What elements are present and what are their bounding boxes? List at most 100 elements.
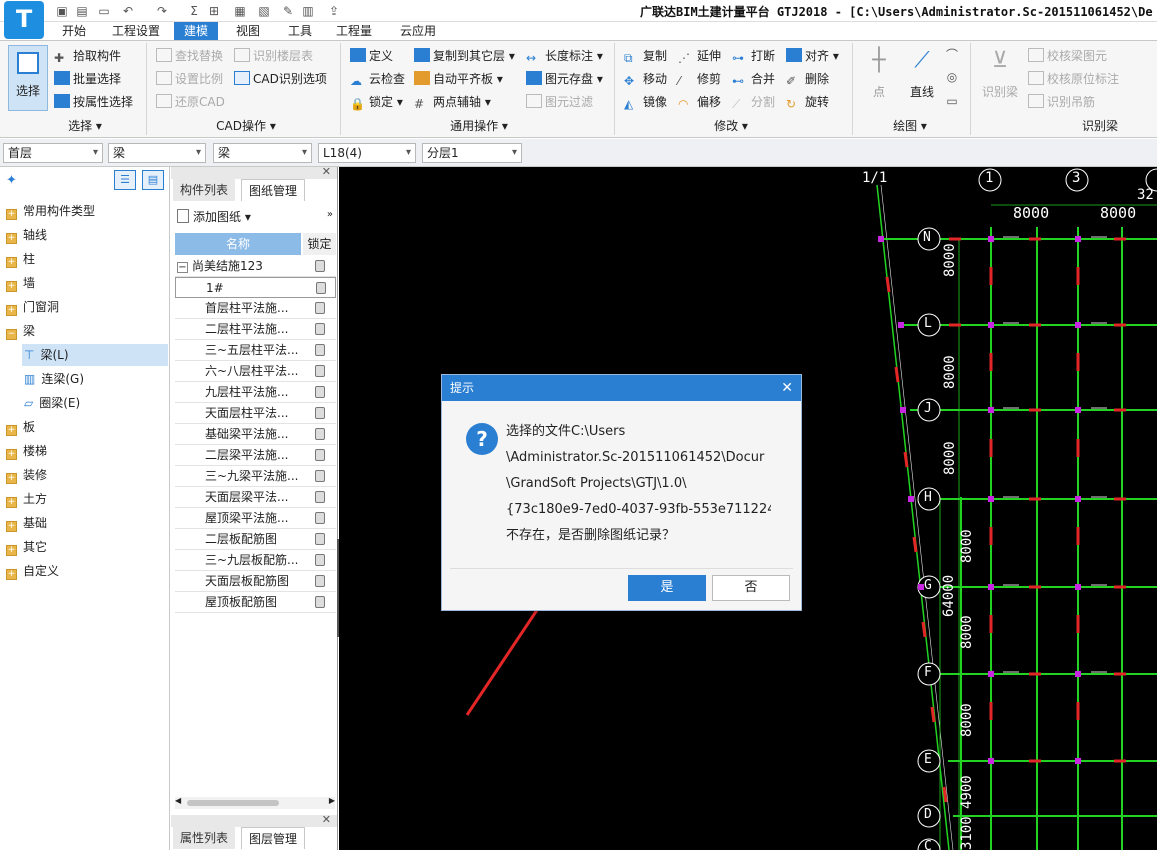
- split-button[interactable]: ⟋ 分割: [732, 92, 775, 112]
- tree-item-custom[interactable]: + 自定义: [6, 560, 59, 582]
- more-icon[interactable]: »: [327, 209, 333, 220]
- horizontal-scrollbar[interactable]: ◀ ▶: [175, 796, 335, 809]
- drawing-row-selected[interactable]: 1#: [175, 277, 336, 298]
- identify-beam-button[interactable]: ⊻ 识别梁: [978, 47, 1022, 107]
- drawing-row[interactable]: 首层柱平法施...: [175, 298, 336, 319]
- undo-icon[interactable]: ↶: [120, 3, 136, 19]
- extend-button[interactable]: ⋰ 延伸: [678, 46, 721, 66]
- arc-icon[interactable]: ⌒: [944, 47, 960, 63]
- merge-button[interactable]: ⊷ 合并: [732, 69, 775, 89]
- drawing-row[interactable]: 天面层梁平法...: [175, 487, 336, 508]
- tree-item-door-window[interactable]: + 门窗洞: [6, 296, 59, 318]
- bottom-panel-close-icon[interactable]: ✕: [322, 813, 331, 826]
- identify-hanger-button[interactable]: 识别吊筋: [1028, 92, 1095, 112]
- export-icon[interactable]: ⇪: [326, 3, 342, 19]
- restore-cad-button[interactable]: 还原CAD: [156, 92, 225, 112]
- tree-item-column[interactable]: + 柱: [6, 248, 35, 270]
- drawing-row[interactable]: 屋顶梁平法施...: [175, 508, 336, 529]
- column-header-name[interactable]: 名称: [175, 233, 301, 255]
- drawing-row[interactable]: 屋顶板配筋图: [175, 592, 336, 613]
- panel-close-icon[interactable]: ✕: [322, 165, 331, 178]
- drawing-row[interactable]: 天面层柱平法...: [175, 403, 336, 424]
- type-select[interactable]: 梁: [213, 143, 312, 163]
- cad-group-label[interactable]: CAD操作 ▾: [196, 117, 296, 135]
- category-select[interactable]: 梁: [108, 143, 206, 163]
- tab-quantity[interactable]: 工程量: [326, 22, 382, 40]
- point-tool-button[interactable]: ┼ 点: [862, 47, 896, 107]
- grid-icon[interactable]: ▥: [300, 3, 316, 19]
- batch-select-button[interactable]: 批量选择: [54, 69, 121, 89]
- offset-button[interactable]: ◠ 偏移: [678, 92, 721, 112]
- tree-item-common[interactable]: + 常用构件类型: [6, 200, 95, 222]
- tree-item-earthwork[interactable]: + 土方: [6, 488, 47, 510]
- element-filter-button[interactable]: 图元过滤: [526, 92, 593, 112]
- tree-item-slab[interactable]: + 板: [6, 416, 35, 438]
- drawing-row[interactable]: 三~五层柱平法...: [175, 340, 336, 361]
- tab-tools[interactable]: 工具: [278, 22, 322, 40]
- report-icon[interactable]: ▦: [232, 3, 248, 19]
- tree-item-other[interactable]: + 其它: [6, 536, 47, 558]
- tab-start[interactable]: 开始: [52, 22, 96, 40]
- move-button[interactable]: ✥ 移动: [624, 69, 667, 89]
- select-group-label[interactable]: 选择 ▾: [40, 117, 130, 135]
- close-icon[interactable]: ✕: [781, 375, 793, 401]
- break-button[interactable]: ⊶ 打断: [732, 46, 775, 66]
- tab-layer-management[interactable]: 图层管理: [241, 827, 306, 849]
- drawing-row[interactable]: 天面层板配筋图: [175, 571, 336, 592]
- layer-select[interactable]: 分层1: [422, 143, 522, 163]
- copy-to-other-floor-button[interactable]: 复制到其它层 ▾: [414, 46, 515, 66]
- find-replace-button[interactable]: 查找替换: [156, 46, 223, 66]
- set-scale-button[interactable]: 设置比例: [156, 69, 223, 89]
- tab-component-list[interactable]: 构件列表: [173, 179, 236, 201]
- floor-select[interactable]: 首层: [3, 143, 103, 163]
- tree-item-axis[interactable]: + 轴线: [6, 224, 47, 246]
- list-view-icon[interactable]: ▤: [142, 170, 164, 190]
- tree-item-beam-l[interactable]: ⊤ 梁(L): [22, 344, 168, 366]
- save-element-button[interactable]: 图元存盘 ▾: [526, 69, 603, 89]
- align-button[interactable]: 对齐 ▾: [786, 46, 839, 66]
- length-dimension-button[interactable]: ↔ 长度标注 ▾: [526, 46, 603, 66]
- new-file-icon[interactable]: ▤: [74, 3, 90, 19]
- define-button[interactable]: 定义: [350, 46, 393, 66]
- rotate-button[interactable]: ↻ 旋转: [786, 92, 829, 112]
- auto-flush-slab-button[interactable]: 自动平齐板 ▾: [414, 69, 503, 89]
- tab-view[interactable]: 视图: [226, 22, 270, 40]
- two-point-aux-axis-button[interactable]: # 两点辅轴 ▾: [414, 92, 491, 112]
- tab-cloud[interactable]: 云应用: [390, 22, 446, 40]
- check-beam-element-button[interactable]: 校核梁图元: [1028, 46, 1107, 66]
- draw-group-label[interactable]: 绘图 ▾: [870, 117, 950, 135]
- tab-drawing-management[interactable]: 图纸管理: [241, 179, 306, 201]
- pencil-icon[interactable]: ✎: [280, 3, 296, 19]
- drawing-row[interactable]: 三~九梁平法施...: [175, 466, 336, 487]
- modify-group-label[interactable]: 修改 ▾: [686, 117, 776, 135]
- tree-item-wall[interactable]: + 墙: [6, 272, 35, 294]
- pick-component-button[interactable]: ✚ 拾取构件: [54, 46, 121, 66]
- tree-item-stair[interactable]: + 楼梯: [6, 440, 47, 462]
- save-icon[interactable]: ▣: [54, 3, 70, 19]
- drawing-row[interactable]: 二层柱平法施...: [175, 319, 336, 340]
- drawing-root[interactable]: − 尚美结施123: [175, 256, 336, 277]
- dialog-title-bar[interactable]: 提示 ✕: [442, 375, 801, 401]
- select-button[interactable]: 选择: [8, 45, 48, 111]
- drawing-row[interactable]: 三~九层板配筋...: [175, 550, 336, 571]
- general-group-label[interactable]: 通用操作 ▾: [424, 117, 534, 135]
- check-original-annotation-button[interactable]: 校核原位标注: [1028, 69, 1119, 89]
- identify-floor-table-button[interactable]: 识别楼层表: [234, 46, 313, 66]
- tree-item-link-beam[interactable]: ▥ 连梁(G): [22, 368, 168, 390]
- delete-button[interactable]: ✐ 删除: [786, 69, 829, 89]
- select-by-attribute-button[interactable]: 按属性选择: [54, 92, 133, 112]
- circle-icon[interactable]: ◎: [944, 69, 960, 85]
- cad-recognition-options-button[interactable]: CAD识别选项: [234, 69, 327, 89]
- drawing-row[interactable]: 二层梁平法施...: [175, 445, 336, 466]
- column-header-lock[interactable]: 锁定: [303, 233, 336, 255]
- line-tool-button[interactable]: ⟋ 直线: [902, 47, 942, 107]
- tree-view-icon[interactable]: ☰: [114, 170, 136, 190]
- tab-modeling[interactable]: 建模: [174, 22, 219, 40]
- tree-item-decoration[interactable]: + 装修: [6, 464, 47, 486]
- check-icon[interactable]: ▧: [256, 3, 272, 19]
- yes-button[interactable]: 是: [628, 575, 706, 601]
- copy-button[interactable]: ⧉ 复制: [624, 46, 667, 66]
- trim-button[interactable]: ⁄ 修剪: [678, 69, 721, 89]
- tree-item-beam[interactable]: − 梁: [6, 320, 35, 342]
- open-file-icon[interactable]: ▭: [96, 3, 112, 19]
